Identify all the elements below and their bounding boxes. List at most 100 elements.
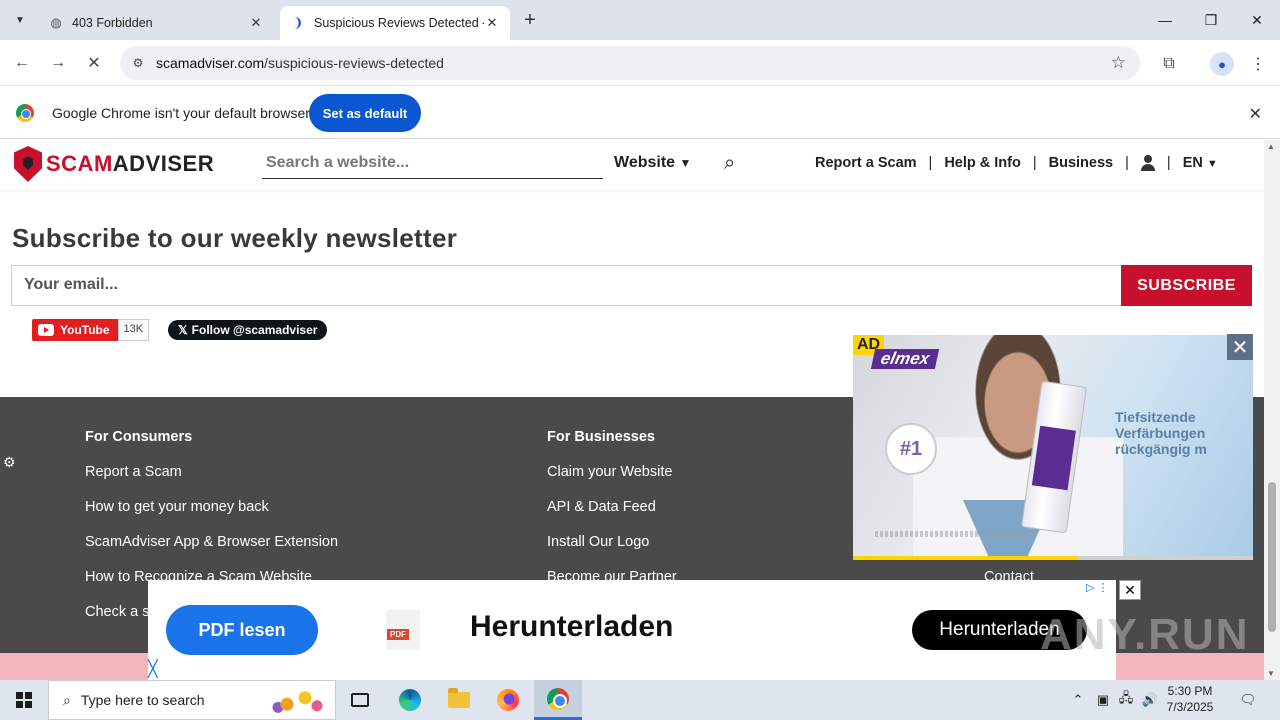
subscribe-button[interactable]: SUBSCRIBE xyxy=(1121,265,1252,306)
footer-link-api[interactable]: API & Data Feed xyxy=(547,499,656,515)
bottom-banner-ad[interactable]: PDF lesen PDF Herunterladen Herunterlade… xyxy=(148,580,1116,680)
shield-icon xyxy=(14,146,42,182)
page-scrollbar[interactable]: ▲ ▼ xyxy=(1264,140,1280,680)
newsletter-title: Subscribe to our weekly newsletter xyxy=(12,223,458,253)
profile-icon[interactable]: ● xyxy=(1210,52,1234,76)
scamadviser-logo[interactable]: SCAMADVISER xyxy=(14,146,214,182)
tab-search-button[interactable]: ▼ xyxy=(6,8,34,32)
nav-report-scam[interactable]: Report a Scam xyxy=(815,155,917,171)
close-window-button[interactable]: ✕ xyxy=(1234,0,1280,40)
pdf-file-icon: PDF xyxy=(386,610,420,650)
site-nav: Report a Scam | Help & Info | Business |… xyxy=(815,155,1218,171)
website-search-input[interactable]: Search a website... xyxy=(262,152,603,179)
close-icon[interactable]: ✕ xyxy=(1249,104,1262,124)
ad-dismiss-x-icon[interactable]: ╳ xyxy=(148,659,158,679)
tab-strip: ▼ ◍ 403 Forbidden ✕ ❩ Suspicious Reviews… xyxy=(0,0,1280,40)
footer-consumers-heading: For Consumers xyxy=(85,429,193,445)
footer-link-app-extension[interactable]: ScamAdviser App & Browser Extension xyxy=(85,534,338,550)
site-info-icon[interactable]: ⚙ xyxy=(120,56,156,70)
windows-taskbar: ⌕ Type here to search ⌃ ▣ 🖧 🔊 5:30 PM 7/… xyxy=(0,680,1280,720)
address-bar[interactable]: ⚙ scamadviser.com/suspicious-reviews-det… xyxy=(120,46,1140,80)
notifications-icon[interactable]: 🗨 xyxy=(1236,680,1260,720)
nav-help-info[interactable]: Help & Info xyxy=(944,155,1021,171)
firefox-icon xyxy=(497,689,519,711)
menu-kebab-icon[interactable]: ⋮ xyxy=(1246,52,1270,76)
footer-link-check-site[interactable]: Check a s xyxy=(85,604,149,620)
chevron-down-icon: ▼ xyxy=(1206,158,1218,170)
scroll-down-icon[interactable]: ▼ xyxy=(1267,669,1275,678)
chrome-taskbar-button[interactable] xyxy=(534,680,582,720)
task-view-icon xyxy=(351,693,369,707)
tab-403-forbidden[interactable]: ◍ 403 Forbidden ✕ xyxy=(38,6,274,40)
stop-loading-button[interactable]: ✕ xyxy=(80,49,108,77)
recommendation-seal-icon: #1 xyxy=(885,423,937,475)
page-viewport: SCAMADVISER Search a website... Website … xyxy=(0,140,1264,680)
footer-business-heading: For Businesses xyxy=(547,429,655,445)
search-highlight-image xyxy=(269,685,329,717)
elmex-brand-logo: elmex xyxy=(870,349,940,369)
nav-business[interactable]: Business xyxy=(1049,155,1113,171)
set-as-default-button[interactable]: Set as default xyxy=(309,94,421,132)
start-button[interactable] xyxy=(0,680,48,720)
task-view-button[interactable] xyxy=(336,680,384,720)
youtube-subscribe-widget[interactable]: YouTube 13K xyxy=(32,319,150,341)
search-type-select[interactable]: Website ▼ xyxy=(614,154,691,172)
scroll-up-icon[interactable]: ▲ xyxy=(1267,142,1275,151)
ad-fine-print xyxy=(875,531,1035,537)
footer-link-install-logo[interactable]: Install Our Logo xyxy=(547,534,649,550)
adchoices-icon[interactable]: ▷ ⋮ xyxy=(1086,581,1109,594)
close-ad-icon[interactable]: ✕ xyxy=(1119,580,1141,600)
extensions-icon[interactable]: ⧉ xyxy=(1157,52,1181,76)
pdf-lesen-button[interactable]: PDF lesen xyxy=(166,605,318,655)
close-video-ad-icon[interactable]: ✕ xyxy=(1227,334,1253,360)
folder-icon xyxy=(448,688,470,708)
chrome-logo-icon xyxy=(16,104,34,122)
footer-link-money-back[interactable]: How to get your money back xyxy=(85,499,269,515)
loading-spinner-icon: ❩ xyxy=(292,15,304,30)
url-text: scamadviser.com/suspicious-reviews-detec… xyxy=(156,55,444,71)
x-logo-icon: 𝕏 xyxy=(178,323,188,337)
network-icon[interactable]: 🖧 xyxy=(1116,680,1136,720)
globe-icon: ◍ xyxy=(50,15,62,30)
forward-button[interactable]: → xyxy=(44,49,72,77)
taskbar-search-box[interactable]: ⌕ Type here to search xyxy=(48,680,336,720)
user-account-icon[interactable] xyxy=(1140,155,1155,171)
device-icon[interactable]: ▣ xyxy=(1094,680,1112,720)
youtube-play-icon xyxy=(38,324,54,336)
close-tab-icon[interactable]: ✕ xyxy=(248,15,264,31)
file-explorer-taskbar-button[interactable] xyxy=(435,680,483,720)
youtube-subscriber-count: 13K xyxy=(117,319,150,341)
scrollbar-thumb[interactable] xyxy=(1268,482,1276,632)
search-icon[interactable]: ⌕ xyxy=(724,152,735,175)
tab-suspicious-reviews[interactable]: ❩ Suspicious Reviews Detected - S ✕ xyxy=(280,6,510,40)
new-tab-button[interactable]: + xyxy=(518,8,542,32)
chrome-icon xyxy=(547,687,569,710)
windows-logo-icon xyxy=(16,692,32,708)
ad-claim-text: Tiefsitzende Verfärbungen rückgängig m xyxy=(1115,409,1207,457)
chevron-down-icon: ▼ xyxy=(15,14,25,26)
newsletter-email-input[interactable]: Your email... xyxy=(11,265,1121,306)
footer-link-report-scam[interactable]: Report a Scam xyxy=(85,464,182,480)
edge-icon xyxy=(399,689,421,711)
twitter-follow-button[interactable]: 𝕏 Follow @scamadviser xyxy=(168,320,328,340)
edge-taskbar-button[interactable] xyxy=(386,680,434,720)
footer-link-claim-website[interactable]: Claim your Website xyxy=(547,464,672,480)
tab-title: Suspicious Reviews Detected - S xyxy=(314,16,484,30)
back-button[interactable]: ← xyxy=(8,49,36,77)
default-browser-infobar: Google Chrome isn't your default browser… xyxy=(0,87,1280,139)
minimize-button[interactable]: — xyxy=(1142,0,1188,40)
show-hidden-icons-chevron-icon[interactable]: ⌃ xyxy=(1068,680,1088,720)
language-select[interactable]: EN ▼ xyxy=(1183,155,1218,171)
site-header: SCAMADVISER Search a website... Website … xyxy=(0,140,1264,190)
volume-icon[interactable]: 🔊 xyxy=(1140,680,1160,720)
restore-button[interactable]: ❐ xyxy=(1188,0,1234,40)
taskbar-clock[interactable]: 5:30 PM 7/3/2025 xyxy=(1160,683,1220,715)
tab-title: 403 Forbidden xyxy=(72,16,153,30)
firefox-taskbar-button[interactable] xyxy=(484,680,532,720)
video-progress-bar xyxy=(853,556,1253,560)
anyrun-watermark: ANY.RUN xyxy=(1040,610,1250,659)
close-tab-icon[interactable]: ✕ xyxy=(484,15,500,31)
gear-icon[interactable]: ⚙ xyxy=(3,454,17,470)
elmex-video-ad[interactable]: AD elmex #1 Tiefsitzende Verfärbungen rü… xyxy=(853,335,1253,560)
bookmark-star-icon[interactable]: ☆ xyxy=(1111,53,1126,73)
